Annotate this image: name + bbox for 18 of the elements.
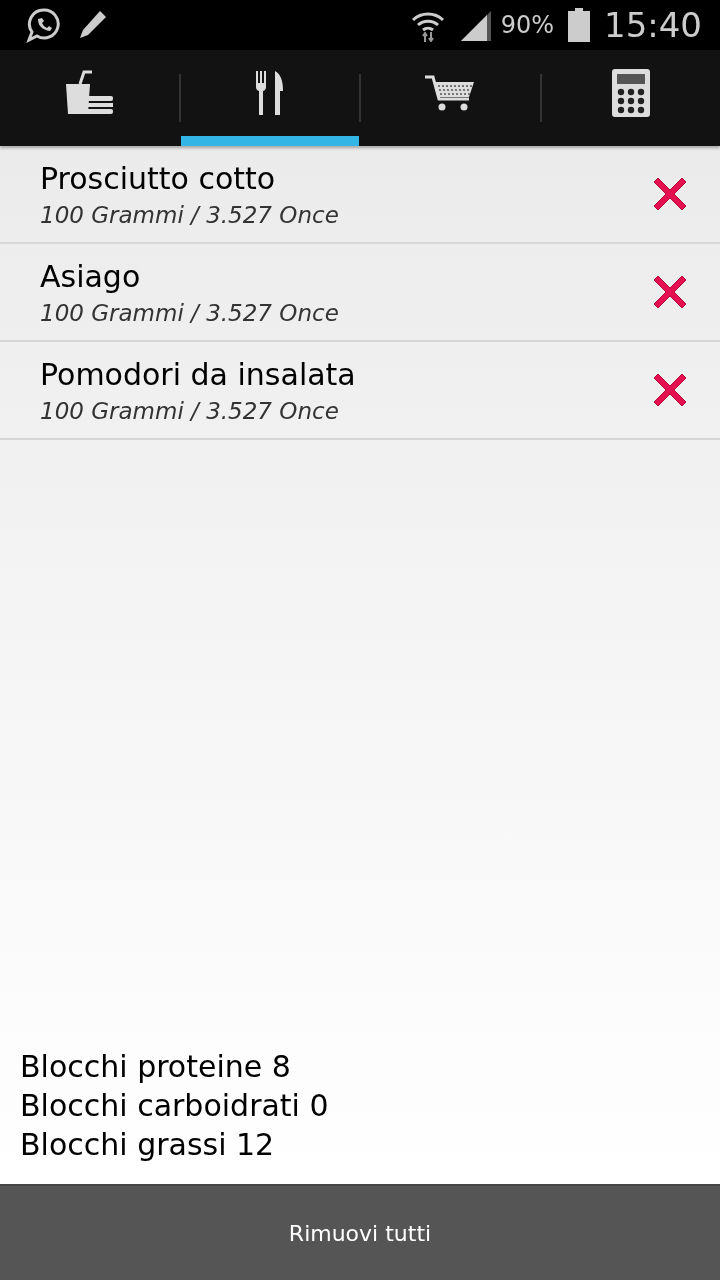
block-total: Blocchi carboidrati 0 [20,1088,330,1123]
battery-percentage: 90% [500,11,554,39]
clock-time: 15:40 [604,5,702,45]
drink-and-burger-icon [64,70,115,116]
cutlery-icon [254,71,285,115]
battery-icon [568,8,590,42]
cart-icon [425,75,476,111]
food-amount: 100 Grammi / 3.527 Once [40,201,340,228]
block-total: Blocchi proteine 8 [20,1049,292,1084]
chat-bubble-icon [26,7,62,43]
block-total: Blocchi grassi 12 [20,1127,276,1162]
remove-all-button[interactable]: Rimuovi tutti [0,1184,720,1280]
food-name: Pomodori da insalata [40,356,357,392]
food-name: Asiago [40,258,142,294]
food-name: Prosciutto cotto [40,160,277,196]
food-amount: 100 Grammi / 3.527 Once [40,299,340,326]
calculator-icon [611,69,650,117]
food-amount: 100 Grammi / 3.527 Once [40,397,340,424]
